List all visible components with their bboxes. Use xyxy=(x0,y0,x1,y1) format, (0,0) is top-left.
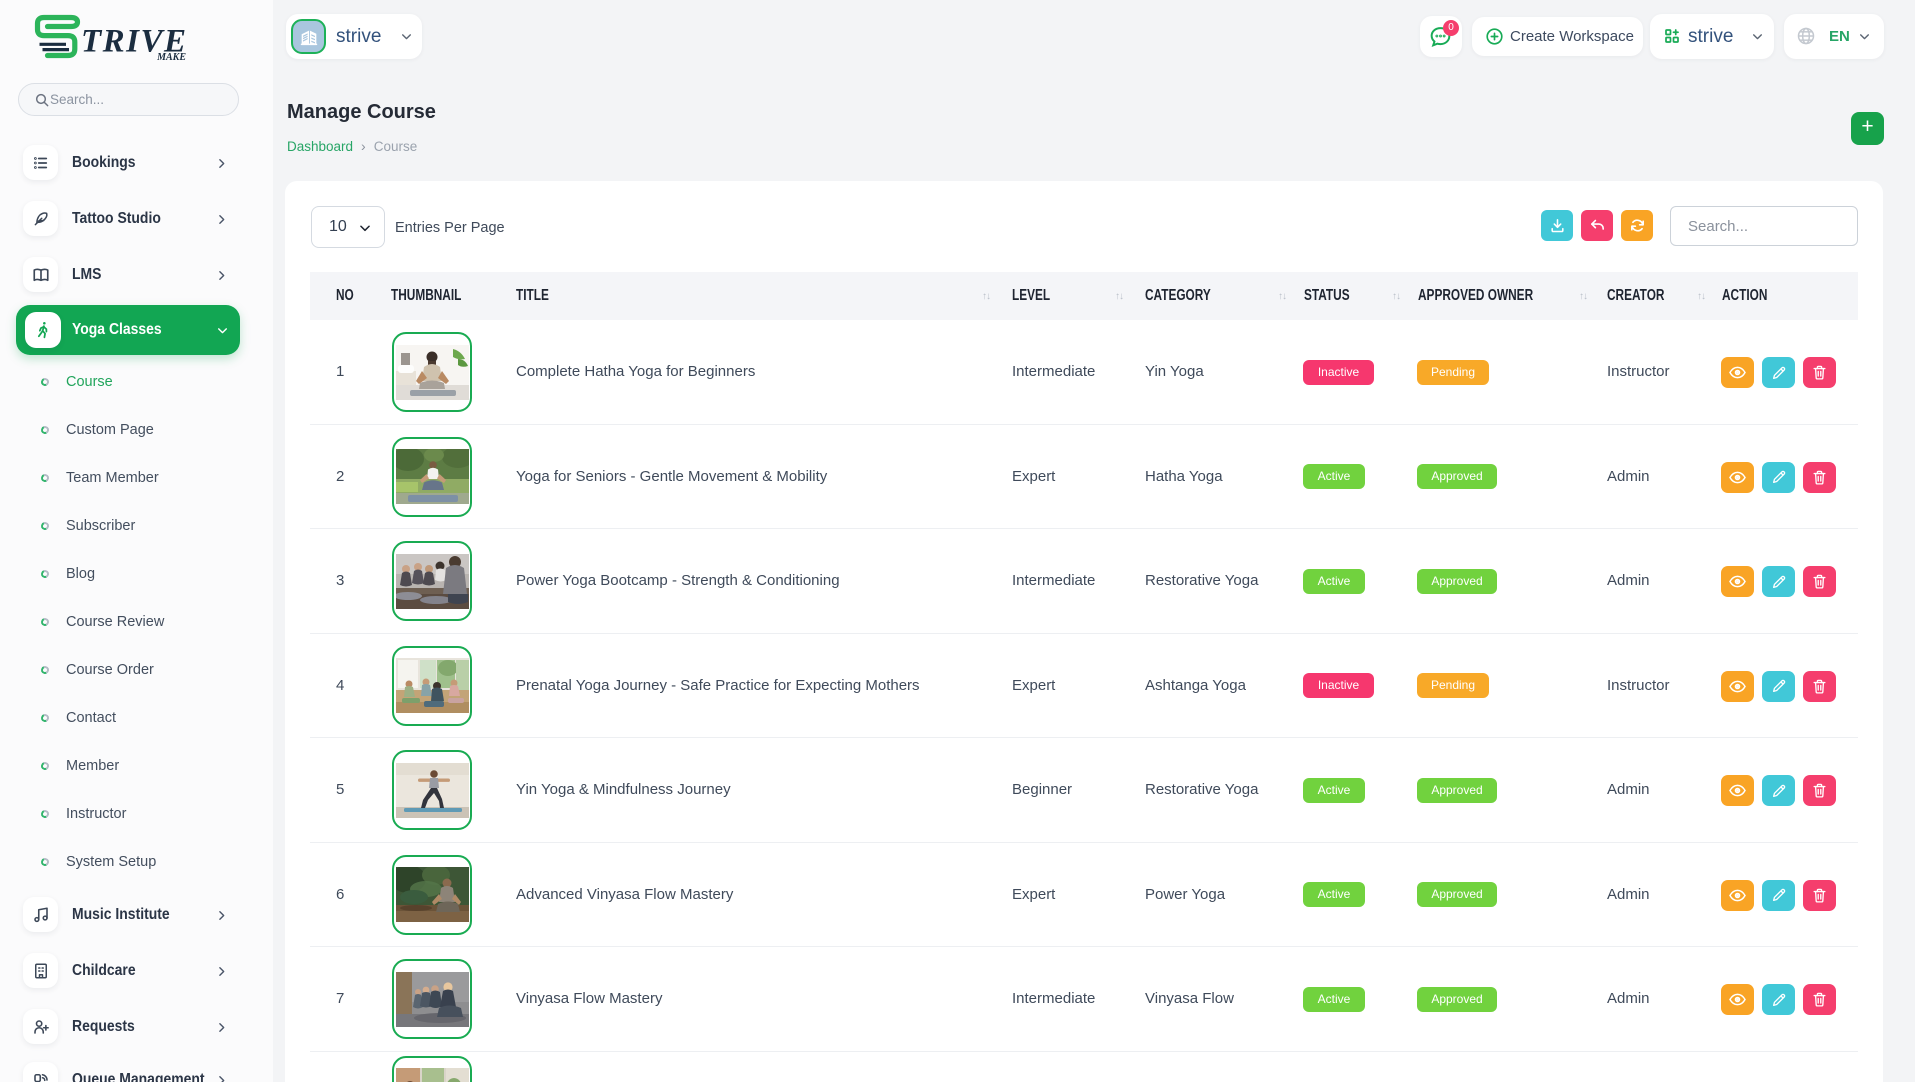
svg-text:MAKE: MAKE xyxy=(156,52,186,63)
